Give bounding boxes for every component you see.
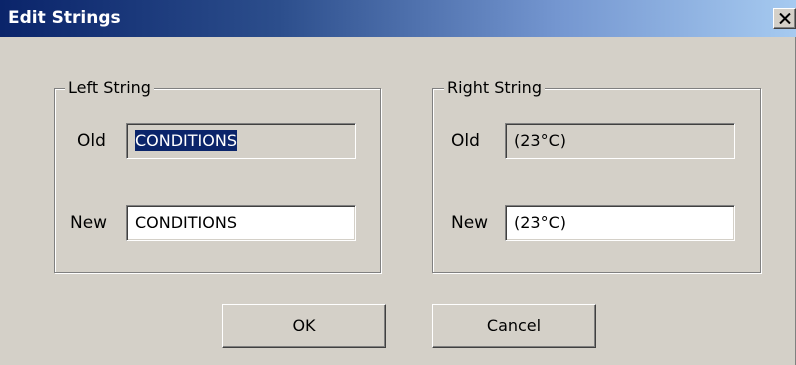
right-old-label: Old bbox=[451, 131, 480, 151]
right-string-legend: Right String bbox=[444, 77, 545, 99]
left-new-input[interactable]: CONDITIONS bbox=[126, 205, 356, 241]
close-icon bbox=[779, 13, 791, 24]
edit-strings-dialog: Edit Strings Left String Old CONDITIONS … bbox=[0, 0, 796, 365]
ok-button[interactable]: OK bbox=[222, 304, 386, 348]
title-bar[interactable]: Edit Strings bbox=[0, 0, 796, 37]
left-old-field[interactable]: CONDITIONS bbox=[126, 123, 356, 159]
right-old-field[interactable]: (23°C) bbox=[505, 123, 735, 159]
close-button[interactable] bbox=[773, 8, 796, 29]
left-string-legend: Left String bbox=[65, 77, 154, 99]
left-new-label: New bbox=[70, 213, 108, 233]
right-new-input[interactable]: (23°C) bbox=[505, 205, 735, 241]
right-new-label: New bbox=[451, 213, 489, 233]
right-string-group: Right String bbox=[432, 77, 761, 273]
left-old-label: Old bbox=[77, 131, 106, 151]
cancel-button[interactable]: Cancel bbox=[432, 304, 596, 348]
dialog-title: Edit Strings bbox=[8, 8, 121, 28]
left-old-value: CONDITIONS bbox=[135, 130, 237, 151]
left-string-group: Left String bbox=[54, 77, 381, 273]
